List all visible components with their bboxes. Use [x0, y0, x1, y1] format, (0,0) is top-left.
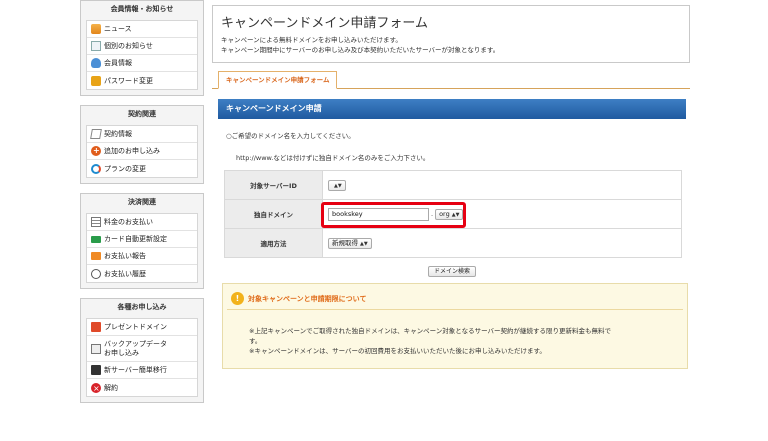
page-title: キャンペーンドメイン申請フォーム [221, 16, 428, 31]
sidebar-item-plan-change[interactable]: プランの変更 [87, 160, 197, 177]
panel-title: 会員情報・お知らせ [110, 5, 174, 13]
sidebar-item-label: カード自動更新設定 [104, 235, 167, 243]
sidebar-item-present-domain[interactable]: プレゼントドメイン [87, 319, 197, 336]
contract-icon [90, 129, 102, 139]
instruction-note: http://www.などは付けずに独自ドメイン名のみをご入力下さい。 [236, 154, 430, 162]
sidebar-item-label: 個別のお知らせ [104, 42, 153, 50]
highlight-box [321, 202, 466, 228]
label-line-2: お申し込み [104, 348, 139, 357]
apply-method-label: 適用方法 [224, 228, 323, 258]
notice-title: 対象キャンペーンと申請期限について [248, 294, 367, 303]
sidebar-item-label: バックアップデータ お申し込み [104, 340, 167, 358]
apply-method-select[interactable]: 新規取得 ▲▼ [328, 237, 372, 249]
sidebar-item-individual-notices[interactable]: 個別のお知らせ [87, 38, 197, 55]
warning-icon: ! [231, 292, 244, 305]
cancel-icon [91, 381, 101, 397]
panel-member-info: 会員情報・お知らせ ニュース 個別のお知らせ 会員情報 パスワード変更 [80, 0, 204, 96]
sidebar-item-additional-order[interactable]: 追加のお申し込み [87, 143, 197, 160]
chevron-updown-icon: ▲▼ [334, 182, 342, 189]
panel-title: 各種お申し込み [117, 303, 167, 311]
apply-method-value: 新規取得 [332, 238, 358, 247]
server-id-select[interactable]: ▲▼ [328, 179, 346, 191]
server-id-cell: ▲▼ [322, 170, 682, 200]
server-icon [91, 365, 101, 375]
label-line-1: バックアップデータ [104, 339, 167, 348]
sidebar-item-label: プレゼントドメイン [104, 323, 167, 331]
section-title: キャンペーンドメイン申請 [218, 99, 686, 119]
user-icon [91, 58, 101, 68]
invoice-icon [91, 217, 101, 227]
sidebar-item-card-renewal[interactable]: カード自動更新設定 [87, 231, 197, 248]
sidebar-item-server-migration[interactable]: 新サーバー簡単移行 [87, 362, 197, 379]
page-header: キャンペーンドメイン申請フォーム キャンペーンによる無料ドメインをお申し込みいた… [212, 5, 690, 63]
tab-campaign-domain-form[interactable]: キャンペーンドメイン申請フォーム [218, 71, 338, 89]
sidebar-item-payment-report[interactable]: お支払い報告 [87, 248, 197, 265]
sidebar-item-backup-data[interactable]: バックアップデータ お申し込み [87, 336, 197, 362]
sidebar-item-label: 新サーバー簡単移行 [104, 366, 167, 374]
instruction-text: ○ご希望のドメイン名を入力してください。 [226, 132, 355, 140]
panel-payment: 決済関連 料金のお支払い カード自動更新設定 お支払い報告 お支払い履歴 [80, 193, 204, 289]
sidebar-item-contract-info[interactable]: 契約情報 [87, 126, 197, 143]
form-row-method: 適用方法 新規取得 ▲▼ [224, 228, 682, 258]
panel-title: 契約関連 [128, 110, 156, 118]
panel-contract: 契約関連 契約情報 追加のお申し込み プランの変更 [80, 105, 204, 184]
backup-icon [91, 343, 101, 354]
sidebar-item-label: お支払い報告 [104, 252, 146, 260]
sidebar-item-cancel[interactable]: 解約 [87, 379, 197, 397]
notice-box: ! 対象キャンペーンと申請期限について ※上記キャンペーンでご取得された独自ドメ… [222, 283, 688, 369]
notice-line-1: ※上記キャンペーンでご取得された独自ドメインは、キャンペーン対象となるサーバー契… [249, 327, 612, 335]
document-icon [91, 41, 101, 51]
card-icon [91, 235, 101, 243]
sidebar-item-label: 契約情報 [104, 130, 132, 138]
clock-icon [91, 268, 101, 279]
apply-method-cell: 新規取得 ▲▼ [322, 228, 682, 258]
sidebar-item-label: 解約 [104, 383, 118, 392]
news-icon [91, 24, 101, 34]
sidebar-item-label: 会員情報 [104, 59, 132, 67]
chevron-updown-icon: ▲▼ [360, 240, 368, 247]
tab-bar: キャンペーンドメイン申請フォーム [212, 71, 690, 89]
report-icon [91, 252, 101, 260]
sidebar: 会員情報・お知らせ ニュース 個別のお知らせ 会員情報 パスワード変更 契約関連… [80, 0, 204, 412]
domain-label: 独自ドメイン [224, 199, 323, 229]
main-content: キャンペーンドメイン申請フォーム キャンペーンによる無料ドメインをお申し込みいた… [212, 5, 690, 369]
sidebar-item-label: 追加のお申し込み [104, 147, 160, 155]
notice-line-2: す。 [249, 337, 262, 345]
sidebar-item-payment[interactable]: 料金のお支払い [87, 214, 197, 231]
sidebar-item-label: 料金のお支払い [104, 218, 153, 226]
add-icon [91, 143, 101, 159]
sidebar-item-payment-history[interactable]: お支払い履歴 [87, 265, 197, 282]
sidebar-item-label: プランの変更 [104, 164, 146, 173]
notice-line-3: ※キャンペーンドメインは、サーバーの初回費用をお支払いいただいた後にお申し込みい… [249, 347, 546, 355]
page-description-1: キャンペーンによる無料ドメインをお申し込みいただけます。 [221, 36, 402, 44]
domain-search-button[interactable]: ドメイン検索 [428, 266, 477, 277]
page-description-2: キャンペーン期間中にサーバーのお申し込み及び本契約いただいたサーバーが対象となり… [221, 46, 500, 54]
server-id-label: 対象サーバーID [224, 170, 323, 200]
form-row-server: 対象サーバーID ▲▼ [224, 170, 682, 200]
sidebar-item-label: パスワード変更 [104, 76, 153, 85]
panel-applications: 各種お申し込み プレゼントドメイン バックアップデータ お申し込み 新サーバー簡単… [80, 298, 204, 403]
lock-icon [91, 75, 101, 86]
sidebar-item-member-info[interactable]: 会員情報 [87, 55, 197, 72]
notice-body: ※上記キャンペーンでご取得された独自ドメインは、キャンペーン対象となるサーバー契… [249, 326, 687, 356]
swap-icon [91, 163, 101, 174]
panel-title: 決済関連 [128, 198, 156, 206]
sidebar-item-label: ニュース [104, 25, 132, 33]
sidebar-item-news[interactable]: ニュース [87, 21, 197, 38]
notice-header: ! 対象キャンペーンと申請期限について [227, 288, 683, 310]
sidebar-item-password[interactable]: パスワード変更 [87, 72, 197, 89]
gift-icon [91, 322, 101, 332]
sidebar-item-label: お支払い履歴 [104, 269, 146, 278]
